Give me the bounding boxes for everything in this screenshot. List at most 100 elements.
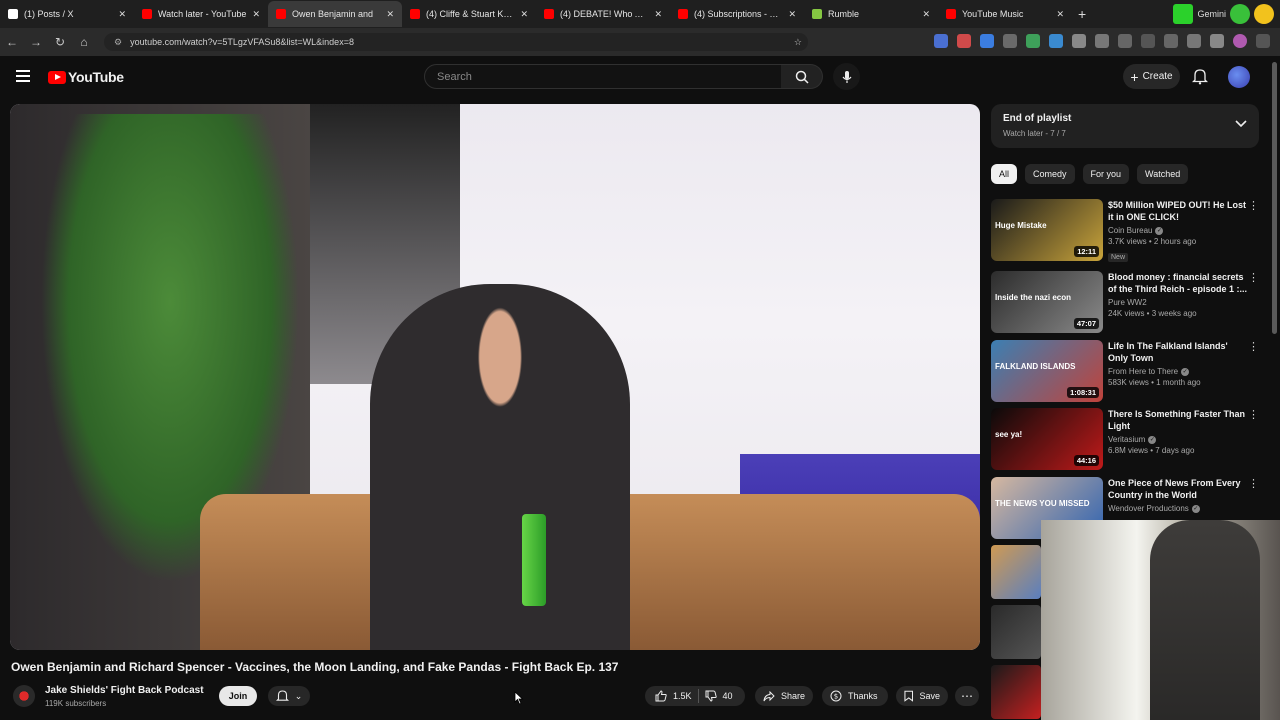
extension-icon[interactable] xyxy=(1118,34,1132,48)
recommendation-item[interactable]: Huge Mistake 12:11 $50 Million WIPED OUT! … xyxy=(991,199,1261,263)
tab-close-icon[interactable]: ✕ xyxy=(252,9,260,20)
thumbs-down-icon[interactable] xyxy=(705,690,717,702)
tab-close-icon[interactable]: ✕ xyxy=(520,9,528,20)
filter-chip[interactable]: Watched xyxy=(1137,164,1189,184)
channel-name[interactable]: Jake Shields' Fight Back Podcast xyxy=(45,685,204,696)
recommendation-title[interactable]: There Is Something Faster Than Light xyxy=(1108,408,1248,432)
extension-icon[interactable] xyxy=(957,34,971,48)
address-bar[interactable]: ⚙ youtube.com/watch?v=5TLgzVFASu8&list=W… xyxy=(104,33,808,51)
recommendation-channel[interactable]: Coin Bureau xyxy=(1108,226,1152,235)
gemini-extension-label[interactable]: Gemini xyxy=(1197,9,1226,19)
extension-icon[interactable] xyxy=(1187,34,1201,48)
thumbnail-text: see ya! xyxy=(995,430,1023,439)
more-vertical-icon[interactable]: ⋮ xyxy=(1248,477,1259,490)
notifications-bell-icon[interactable] xyxy=(1192,68,1208,85)
recommendation-channel[interactable]: Veritasium xyxy=(1108,435,1145,444)
sidebar-partial-thumbnails xyxy=(991,545,1041,720)
chevron-down-icon[interactable] xyxy=(1235,120,1247,128)
extension-icon[interactable] xyxy=(1095,34,1109,48)
extension-icon[interactable] xyxy=(1026,34,1040,48)
browser-tab[interactable]: (4) DEBATE! Who Are th ✕ xyxy=(536,1,670,27)
create-button[interactable]: + Create xyxy=(1123,64,1180,89)
tab-close-icon[interactable]: ✕ xyxy=(788,9,796,20)
play-extension-icon[interactable] xyxy=(1230,4,1250,24)
reload-icon[interactable]: ↻ xyxy=(48,35,72,49)
video-thumbnail[interactable]: Inside the nazi econ 47:07 xyxy=(991,271,1103,333)
tab-close-icon[interactable]: ✕ xyxy=(654,9,662,20)
video-thumbnail[interactable]: see ya! 44:16 xyxy=(991,408,1103,470)
more-vertical-icon[interactable]: ⋮ xyxy=(1248,271,1259,284)
subscribed-notifications-button[interactable]: ⌄ xyxy=(268,686,310,706)
home-icon[interactable]: ⌂ xyxy=(72,35,96,49)
back-icon[interactable]: ← xyxy=(0,35,24,49)
extension-icon[interactable] xyxy=(1141,34,1155,48)
browser-tab[interactable]: Owen Benjamin and ✕ xyxy=(268,1,402,27)
video-player[interactable] xyxy=(10,104,980,650)
kick-extension-icon[interactable] xyxy=(1173,4,1194,24)
save-button[interactable]: Save xyxy=(896,686,948,706)
menu-icon[interactable] xyxy=(1256,34,1270,48)
tab-close-icon[interactable]: ✕ xyxy=(386,9,394,20)
forward-icon[interactable]: → xyxy=(24,35,48,49)
like-count[interactable]: 1.5K xyxy=(673,691,692,701)
recommendation-channel[interactable]: From Here to There xyxy=(1108,367,1178,376)
bookmark-star-icon[interactable]: ☆ xyxy=(794,37,802,48)
recommendation-item[interactable]: see ya! 44:16 There Is Something Faster Th… xyxy=(991,408,1261,472)
recommendation-channel[interactable]: Wendover Productions xyxy=(1108,504,1189,513)
new-tab-icon[interactable]: + xyxy=(1078,6,1086,22)
more-vertical-icon[interactable]: ⋮ xyxy=(1248,408,1259,421)
browser-tab[interactable]: (4) Cliffe & Stuart Knech ✕ xyxy=(402,1,536,27)
site-info-icon[interactable]: ⚙ xyxy=(114,37,122,48)
microphone-icon xyxy=(842,70,851,83)
account-avatar[interactable] xyxy=(1228,66,1250,88)
more-vertical-icon[interactable]: ⋮ xyxy=(1248,199,1259,212)
video-thumbnail[interactable]: Huge Mistake 12:11 xyxy=(991,199,1103,261)
recommendation-stats: 583K views • 1 month ago xyxy=(1108,378,1201,387)
recommendation-channel[interactable]: Pure WW2 xyxy=(1108,298,1147,307)
channel-avatar[interactable] xyxy=(13,685,35,707)
search-button[interactable] xyxy=(781,64,823,89)
tab-close-icon[interactable]: ✕ xyxy=(118,9,126,20)
emoji-extension-icon[interactable] xyxy=(1254,4,1274,24)
dislike-count[interactable]: 40 xyxy=(723,691,733,701)
playlist-panel[interactable]: End of playlist Watch later - 7 / 7 xyxy=(991,104,1259,148)
thumbs-up-icon[interactable] xyxy=(655,690,667,702)
recommendation-title[interactable]: Blood money : financial secrets of the T… xyxy=(1108,271,1248,295)
tab-close-icon[interactable]: ✕ xyxy=(1056,9,1064,20)
thanks-button[interactable]: $ Thanks xyxy=(822,686,888,706)
join-button[interactable]: Join xyxy=(219,686,257,706)
extension-icon[interactable] xyxy=(980,34,994,48)
extension-icon[interactable] xyxy=(1049,34,1063,48)
youtube-play-icon xyxy=(48,70,66,84)
extension-icon[interactable] xyxy=(1164,34,1178,48)
browser-tab[interactable]: (4) Subscriptions - YouT ✕ xyxy=(670,1,804,27)
recommendation-item[interactable]: Inside the nazi econ 47:07 Blood money : f… xyxy=(991,271,1261,335)
hamburger-menu-icon[interactable] xyxy=(16,70,30,82)
recommendation-title[interactable]: $50 Million WIPED OUT! He Lost it in ONE… xyxy=(1108,199,1248,223)
profile-icon[interactable] xyxy=(1233,34,1247,48)
filter-chip[interactable]: For you xyxy=(1082,164,1130,184)
filter-chip[interactable]: Comedy xyxy=(1025,164,1075,184)
extension-icon[interactable] xyxy=(1210,34,1224,48)
browser-tab[interactable]: YouTube Music ✕ xyxy=(938,1,1072,27)
recommendation-item[interactable]: FALKLAND ISLANDS 1:08:31 Life In The Falkl… xyxy=(991,340,1261,404)
browser-tab[interactable]: Rumble ✕ xyxy=(804,1,938,27)
extension-icon[interactable] xyxy=(1003,34,1017,48)
more-actions-button[interactable]: ⋯ xyxy=(955,686,979,706)
search-input[interactable]: Search xyxy=(424,64,782,89)
extension-icon[interactable] xyxy=(934,34,948,48)
extension-icon[interactable] xyxy=(1072,34,1086,48)
video-thumbnail[interactable]: FALKLAND ISLANDS 1:08:31 xyxy=(991,340,1103,402)
tab-close-icon[interactable]: ✕ xyxy=(922,9,930,20)
recommendation-title[interactable]: Life In The Falkland Islands' Only Town xyxy=(1108,340,1248,364)
youtube-logo[interactable]: YouTube xyxy=(48,69,124,85)
scrollbar[interactable] xyxy=(1272,62,1277,334)
create-label: Create xyxy=(1142,71,1173,82)
browser-tab[interactable]: (1) Posts / X ✕ xyxy=(0,1,134,27)
browser-tab[interactable]: Watch later - YouTube ✕ xyxy=(134,1,268,27)
voice-search-button[interactable] xyxy=(833,63,860,90)
filter-chip[interactable]: All xyxy=(991,164,1018,184)
share-button[interactable]: Share xyxy=(755,686,813,706)
more-vertical-icon[interactable]: ⋮ xyxy=(1248,340,1259,353)
recommendation-title[interactable]: One Piece of News From Every Country in … xyxy=(1108,477,1248,501)
